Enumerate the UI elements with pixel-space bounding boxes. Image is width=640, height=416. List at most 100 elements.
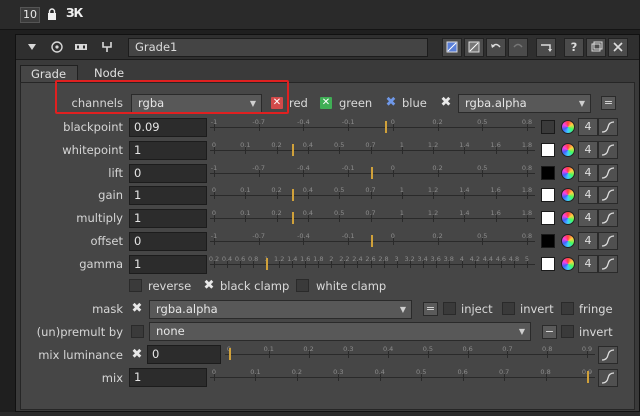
color-wheel-icon[interactable] [561, 120, 575, 134]
inject-label: inject [461, 302, 493, 316]
gain-slider[interactable]: 0 0.1 0.2 0.4 0.5 0.7 1 1.2 1.4 1.6 1.8 [210, 186, 535, 205]
node-graph-icon[interactable] [100, 40, 114, 54]
color-wheel-icon[interactable] [561, 257, 575, 271]
mix-field[interactable]: 1 [129, 368, 207, 387]
node-name-field[interactable]: Grade1 [128, 38, 428, 57]
mix-luminance-checkbox[interactable]: ✖ [131, 348, 143, 361]
gain-curve-button[interactable] [598, 186, 618, 204]
premult-label: (un)premult by [36, 325, 123, 339]
gamma-field[interactable]: 1 [129, 255, 207, 274]
tile-color-button[interactable] [464, 38, 484, 57]
multiply-color-swatch[interactable] [541, 211, 555, 225]
lift-curve-button[interactable] [598, 164, 618, 182]
float-panel-button[interactable] [586, 38, 606, 57]
redo-button[interactable] [508, 38, 528, 57]
gain-field[interactable]: 1 [129, 186, 207, 205]
mix-luminance-slider[interactable]: 00.10.20.30.40.50.60.70.80.9 [225, 345, 595, 364]
offset-color-swatch[interactable] [541, 234, 555, 248]
gain-channel-count-button[interactable]: 4 [578, 186, 598, 204]
lock-icon[interactable] [46, 8, 58, 20]
slider-tick [307, 147, 309, 154]
black-clamp-checkbox[interactable]: ✖ [203, 279, 215, 292]
premult-checkbox[interactable] [131, 325, 144, 338]
white-clamp-checkbox[interactable] [296, 279, 309, 292]
node-color-button[interactable] [442, 38, 462, 57]
premult-value: none [156, 324, 185, 338]
help-button[interactable]: ? [564, 38, 584, 57]
offset-curve-button[interactable] [598, 232, 618, 250]
mask-invert-checkbox[interactable] [502, 302, 515, 315]
mix-slider[interactable]: 00.10.20.30.40.50.60.70.80.9 [210, 368, 595, 387]
mix-luminance-slider-handle[interactable] [229, 348, 231, 360]
blackpoint-curve-button[interactable] [598, 118, 618, 136]
whitepoint-curve-button[interactable] [598, 141, 618, 159]
slider-tick [227, 261, 229, 268]
premult-link-button[interactable]: − [542, 325, 557, 339]
whitepoint-slider[interactable]: 0 0.1 0.2 0.4 0.5 0.7 1 1.2 1.4 1.6 1.8 [210, 141, 535, 160]
gain-slider-handle[interactable] [292, 189, 295, 201]
color-wheel-icon[interactable] [561, 211, 575, 225]
lift-slider[interactable]: -1 -0.7 -0.4 -0.1 0 0.2 0.5 0.8 [210, 164, 535, 183]
color-wheel-icon[interactable] [561, 188, 575, 202]
blackpoint-field[interactable]: 0.09 [129, 118, 207, 137]
revert-button[interactable] [536, 38, 556, 57]
slider-tick [495, 147, 497, 154]
premult-invert-checkbox[interactable] [561, 325, 574, 338]
mask-checkbox[interactable]: ✖ [131, 302, 143, 315]
color-wheel-icon[interactable] [561, 234, 575, 248]
multiply-channel-count-button[interactable]: 4 [578, 209, 598, 227]
inject-checkbox[interactable] [443, 302, 456, 315]
gamma-curve-button[interactable] [598, 255, 618, 273]
blackpoint-color-swatch[interactable] [541, 120, 555, 134]
whitepoint-color-swatch[interactable] [541, 143, 555, 157]
offset-channel-count-button[interactable]: 4 [578, 232, 598, 250]
multiply-slider-handle[interactable] [292, 212, 295, 224]
blue-channel-checkbox[interactable]: ✖ [385, 96, 397, 109]
mix-luminance-field[interactable]: 0 [147, 345, 221, 364]
expand-icon[interactable]: ЗК [66, 6, 83, 20]
channels-link-button[interactable]: = [601, 96, 616, 110]
whitepoint-slider-handle[interactable] [292, 144, 295, 156]
color-wheel-icon[interactable] [561, 143, 575, 157]
gamma-slider-handle[interactable] [266, 258, 269, 270]
fringe-checkbox[interactable] [561, 302, 574, 315]
mask-link-button[interactable]: = [423, 302, 438, 316]
center-node-icon[interactable] [50, 40, 64, 54]
offset-field[interactable]: 0 [129, 232, 207, 251]
blackpoint-slider-handle[interactable] [384, 121, 387, 133]
gamma-color-swatch[interactable] [541, 257, 555, 271]
offset-slider-handle[interactable] [370, 235, 373, 247]
mix-curve-button[interactable] [598, 369, 618, 387]
alpha-channel-dropdown[interactable]: rgba.alpha ▼ [458, 94, 591, 113]
reverse-checkbox[interactable] [129, 279, 142, 292]
lift-field[interactable]: 0 [129, 164, 207, 183]
color-wheel-icon[interactable] [561, 166, 575, 180]
offset-slider[interactable]: -1 -0.7 -0.4 -0.1 0 0.2 0.5 0.8 [210, 232, 535, 251]
undo-button[interactable] [486, 38, 506, 57]
gamma-channel-count-button[interactable]: 4 [578, 255, 598, 273]
mask-dropdown[interactable]: rgba.alpha ▼ [149, 300, 412, 319]
properties-count-field[interactable]: 10 [20, 7, 40, 23]
mix-slider-handle[interactable] [587, 371, 589, 383]
gain-color-swatch[interactable] [541, 188, 555, 202]
slider-tick [464, 215, 466, 222]
alpha-channel-checkbox[interactable]: ✖ [440, 96, 452, 109]
whitepoint-field[interactable]: 1 [129, 141, 207, 160]
multiply-field[interactable]: 1 [129, 209, 207, 228]
multiply-slider[interactable]: 0 0.1 0.2 0.4 0.5 0.7 1 1.2 1.4 1.6 1.8 [210, 209, 535, 228]
collapse-triangle-icon[interactable] [25, 40, 39, 54]
film-icon[interactable] [74, 40, 88, 54]
premult-dropdown[interactable]: none ▼ [149, 322, 531, 341]
close-panel-button[interactable] [608, 38, 628, 57]
mix-luminance-curve-button[interactable] [598, 346, 618, 364]
multiply-label: multiply [76, 211, 123, 225]
lift-channel-count-button[interactable]: 4 [578, 164, 598, 182]
whitepoint-channel-count-button[interactable]: 4 [578, 141, 598, 159]
multiply-curve-button[interactable] [598, 209, 618, 227]
blackpoint-slider[interactable]: -1 -0.7 -0.4 -0.1 0 0.2 0.5 0.8 [210, 118, 535, 137]
lift-slider-handle[interactable] [370, 167, 373, 179]
lift-color-swatch[interactable] [541, 166, 555, 180]
gamma-slider[interactable]: 0.20.40.60.811.21.41.61.822.22.42.62.833… [209, 255, 535, 274]
blackpoint-channel-count-button[interactable]: 4 [578, 118, 598, 136]
green-channel-checkbox[interactable]: ✕ [320, 97, 332, 109]
